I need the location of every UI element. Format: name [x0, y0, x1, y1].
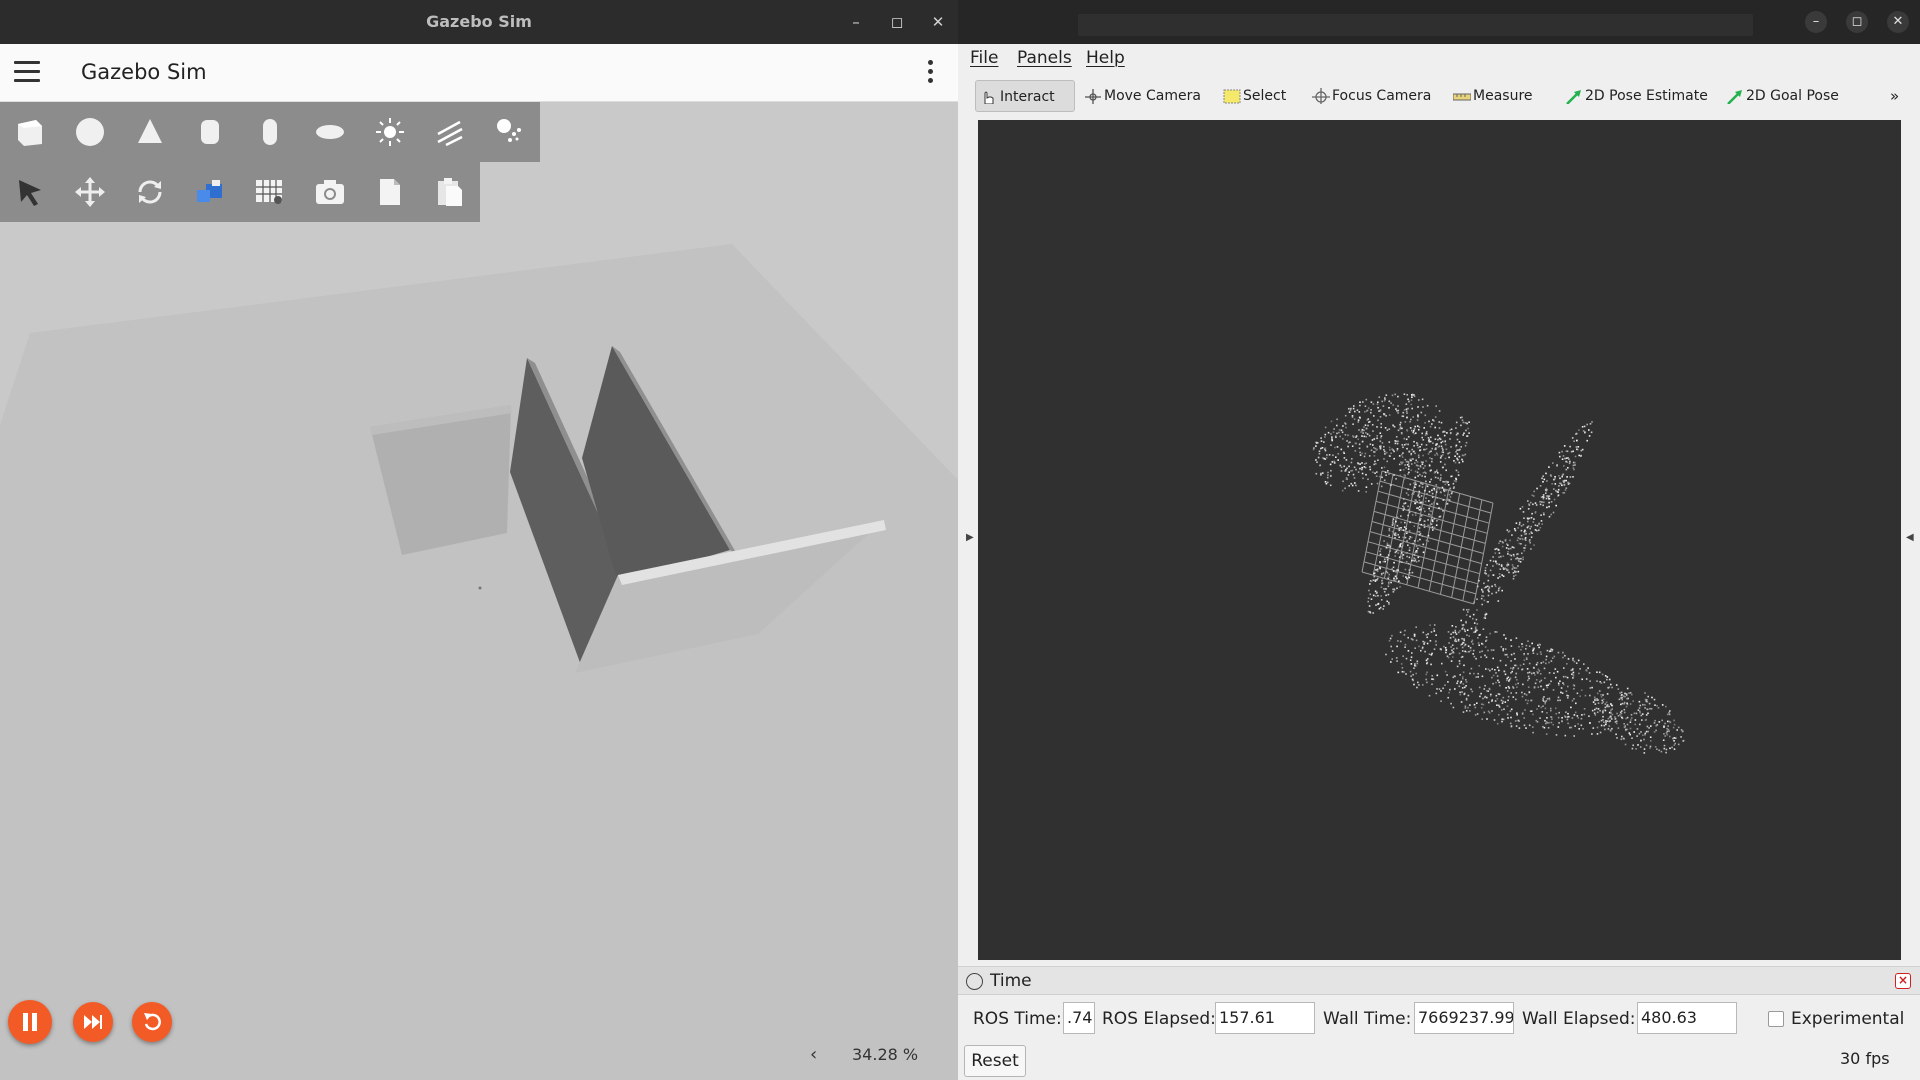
copy-icon[interactable] [360, 162, 420, 222]
gazebo-close-button[interactable]: ✕ [926, 10, 950, 34]
wall-elapsed-label: Wall Elapsed: [1522, 1009, 1636, 1029]
tool-2d-goal-pose[interactable]: 2D Goal Pose [1724, 80, 1839, 112]
menu-panels[interactable]: Panels [1017, 48, 1072, 68]
rviz-menubar: File Panels Help [958, 44, 1920, 72]
real-time-factor: 34.28 % [852, 1045, 919, 1064]
select-arrow-icon[interactable] [0, 162, 60, 222]
clock-icon [966, 973, 983, 990]
step-forward-button[interactable] [73, 1002, 113, 1042]
box-icon[interactable] [0, 102, 60, 162]
tool-move-camera[interactable]: Move Camera [1082, 80, 1201, 112]
experimental-checkbox[interactable] [1768, 1011, 1784, 1027]
sphere-icon[interactable] [60, 102, 120, 162]
time-panel-header: Time × [958, 967, 1920, 995]
tool-select-label: Select [1243, 88, 1287, 104]
rviz-title-area [1078, 14, 1753, 36]
gazebo-window: Gazebo Sim – ◻ ✕ Gazebo Sim ‹ 34.28 % [0, 0, 958, 1080]
tool-2d-goal-pose-label: 2D Goal Pose [1746, 88, 1839, 104]
kebab-menu-icon[interactable] [920, 60, 940, 86]
left-dock-arrow-icon[interactable]: ▶ [966, 532, 974, 543]
rviz-close-button[interactable]: ✕ [1887, 11, 1909, 33]
rviz-3d-viewport[interactable] [978, 120, 1901, 960]
pause-button[interactable] [8, 1000, 52, 1044]
point-light-icon[interactable] [360, 102, 420, 162]
menu-help[interactable]: Help [1086, 48, 1125, 68]
shape-toolbar [0, 102, 540, 162]
rviz-toolbar: Interact Move Camera Select Focus Camera… [958, 74, 1920, 118]
gazebo-3d-scene[interactable] [0, 102, 958, 1080]
spot-light-icon[interactable] [480, 102, 540, 162]
tool-2d-pose-estimate-label: 2D Pose Estimate [1585, 88, 1708, 104]
green-arrow-icon [1727, 90, 1742, 104]
hand-pointer-icon [984, 91, 994, 104]
gazebo-window-title: Gazebo Sim [426, 12, 532, 31]
focus-crosshair-icon [1312, 88, 1330, 104]
transform-toolbar [0, 162, 480, 222]
grid-snap-icon[interactable] [240, 162, 300, 222]
scale-icon[interactable] [180, 162, 240, 222]
wall-elapsed-field[interactable]: 480.63 [1637, 1002, 1737, 1034]
gazebo-maximize-button[interactable]: ◻ [885, 10, 909, 34]
camera-icon[interactable] [300, 162, 360, 222]
directional-light-icon[interactable] [420, 102, 480, 162]
gazebo-app-title: Gazebo Sim [81, 60, 207, 84]
rviz-maximize-button[interactable]: ◻ [1846, 11, 1868, 33]
cylinder-icon[interactable] [180, 102, 240, 162]
cone-icon[interactable] [120, 102, 180, 162]
ellipsoid-icon[interactable] [300, 102, 360, 162]
rotate-icon[interactable] [120, 162, 180, 222]
tool-measure-label: Measure [1473, 88, 1533, 104]
ros-time-field[interactable]: .74 [1063, 1002, 1095, 1034]
reset-simulation-button[interactable] [132, 1002, 172, 1042]
right-dock-arrow-icon[interactable]: ◀ [1906, 532, 1914, 543]
hamburger-menu-icon[interactable] [14, 61, 40, 85]
gazebo-titlebar: Gazebo Sim – ◻ ✕ [0, 0, 958, 44]
tool-focus-camera-label: Focus Camera [1332, 88, 1432, 104]
toolbar-overflow-icon[interactable]: » [1890, 80, 1899, 112]
rviz-minimize-button[interactable]: – [1805, 11, 1827, 33]
ros-elapsed-label: ROS Elapsed: [1102, 1009, 1216, 1029]
ros-elapsed-field[interactable]: 157.61 [1215, 1002, 1315, 1034]
tool-interact[interactable]: Interact [975, 80, 1075, 112]
capsule-icon[interactable] [240, 102, 300, 162]
close-panel-icon[interactable]: × [1895, 973, 1911, 989]
paste-icon[interactable] [420, 162, 480, 222]
wall-time-field[interactable]: 7669237.99 [1414, 1002, 1514, 1034]
tool-measure[interactable]: Measure [1451, 80, 1533, 112]
gazebo-app-header: Gazebo Sim [0, 44, 958, 102]
tool-2d-pose-estimate[interactable]: 2D Pose Estimate [1563, 80, 1708, 112]
gazebo-minimize-button[interactable]: – [844, 10, 868, 34]
wall-time-label: Wall Time: [1323, 1009, 1412, 1029]
tool-select[interactable]: Select [1221, 80, 1286, 112]
green-arrow-icon [1566, 90, 1581, 104]
ros-time-label: ROS Time: [973, 1009, 1062, 1029]
tool-move-camera-label: Move Camera [1104, 88, 1201, 104]
time-panel-title: Time [990, 971, 1032, 991]
menu-file[interactable]: File [970, 48, 998, 68]
rviz-window: – ◻ ✕ File Panels Help Interact Move Cam… [958, 0, 1920, 1080]
experimental-label: Experimental [1791, 1009, 1905, 1029]
tool-focus-camera[interactable]: Focus Camera [1310, 80, 1431, 112]
reset-button[interactable]: Reset [964, 1045, 1026, 1077]
ground-plane [0, 244, 958, 1080]
rviz-titlebar: – ◻ ✕ [958, 0, 1920, 44]
move-camera-icon [1085, 89, 1101, 104]
tool-interact-label: Interact [1000, 89, 1055, 105]
ruler-icon [1453, 93, 1471, 101]
collapse-arrow-icon[interactable]: ‹ [810, 1044, 817, 1065]
select-rect-icon [1223, 89, 1241, 104]
fps-readout: 30 fps [1840, 1049, 1890, 1068]
translate-icon[interactable] [60, 162, 120, 222]
